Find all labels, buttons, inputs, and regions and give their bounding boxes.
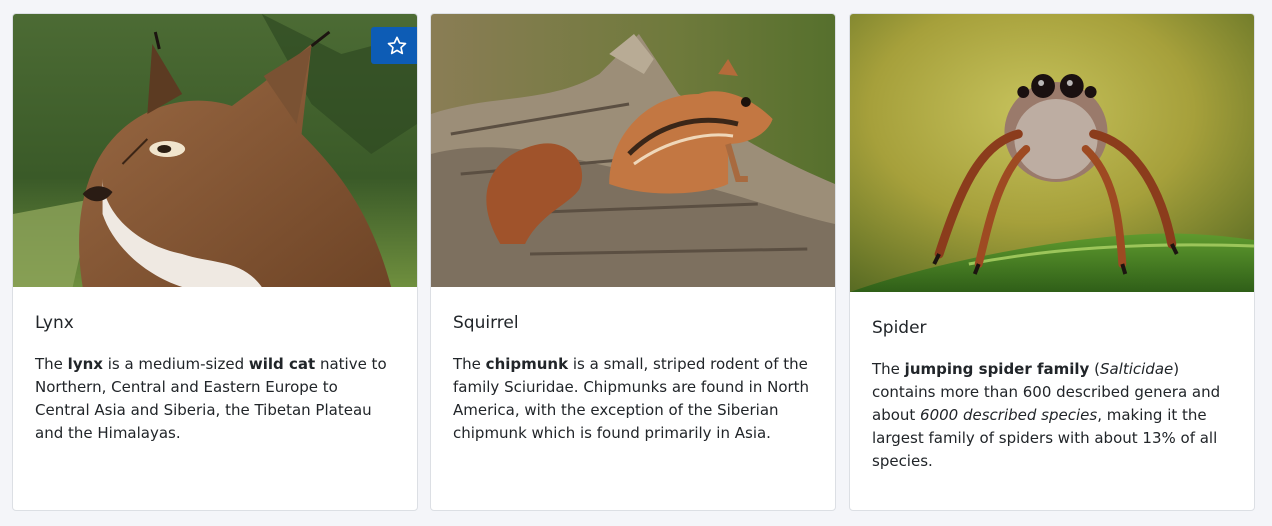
card-text: The chipmunk is a small, striped rodent … <box>453 355 810 442</box>
card-squirrel: Squirrel The chipmunk is a small, stripe… <box>430 13 836 511</box>
card-text: The lynx is a medium-sized wild cat nati… <box>35 355 387 442</box>
card-text: The jumping spider family (Salticidae) c… <box>872 360 1221 470</box>
card-title: Squirrel <box>453 313 519 333</box>
card-lynx: Lynx The lynx is a medium-sized wild cat… <box>12 13 418 511</box>
star-outline-icon <box>386 35 408 57</box>
card-spider: Spider The jumping spider family (Saltic… <box>849 13 1255 511</box>
card-title: Spider <box>872 318 927 338</box>
chipmunk-image <box>431 14 835 287</box>
lynx-image <box>13 14 417 287</box>
favorite-button[interactable] <box>371 27 417 64</box>
spider-image <box>850 14 1254 292</box>
card-title: Lynx <box>35 313 74 333</box>
